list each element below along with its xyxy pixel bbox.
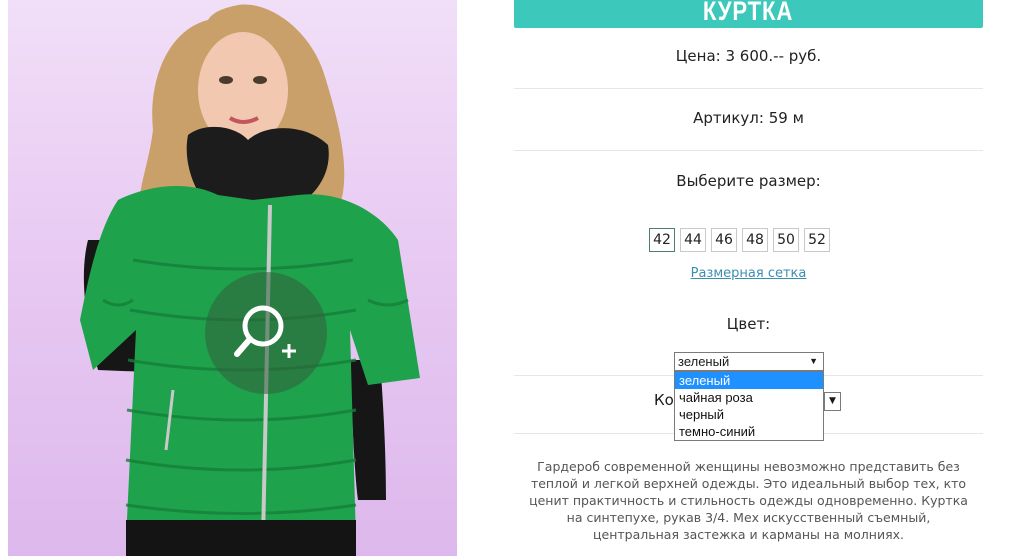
color-dropdown-list: зеленый чайная роза черный темно-синий xyxy=(674,371,824,441)
zoom-button[interactable] xyxy=(205,272,327,394)
color-select[interactable]: зеленый ▼ xyxy=(674,352,824,371)
divider xyxy=(514,88,983,89)
quantity-label: Ко xyxy=(654,391,674,409)
color-option[interactable]: чайная роза xyxy=(675,389,823,406)
color-option[interactable]: темно-синий xyxy=(675,423,823,440)
size-option[interactable]: 50 xyxy=(773,228,799,252)
size-option[interactable]: 42 xyxy=(649,228,675,252)
color-label: Цвет: xyxy=(726,315,771,333)
title-bar: КУРТКА xyxy=(514,0,983,28)
divider xyxy=(514,150,983,151)
jacket-illustration xyxy=(80,4,420,556)
size-option[interactable]: 46 xyxy=(711,228,737,252)
color-option[interactable]: зеленый xyxy=(675,372,823,389)
size-option[interactable]: 52 xyxy=(804,228,830,252)
product-title: КУРТКА xyxy=(703,0,794,26)
product-panel: КУРТКА Цена: 3 600.-- руб. Артикул: 59 м… xyxy=(514,0,983,556)
product-article: Артикул: 59 м xyxy=(693,109,804,127)
quantity-select[interactable]: ▼ xyxy=(824,392,841,411)
product-description: Гардероб современной женщины невозможно … xyxy=(529,459,968,542)
size-chart-link[interactable]: Размерная сетка xyxy=(514,266,983,281)
color-option[interactable]: черный xyxy=(675,406,823,423)
size-label: Выберите размер: xyxy=(676,172,821,190)
product-price: Цена: 3 600.-- руб. xyxy=(675,47,822,65)
color-select-value: зеленый xyxy=(678,354,730,369)
size-option[interactable]: 48 xyxy=(742,228,768,252)
magnify-plus-icon xyxy=(234,305,296,358)
product-image[interactable] xyxy=(8,0,457,556)
chevron-down-icon: ▼ xyxy=(829,396,836,406)
chevron-down-icon: ▼ xyxy=(809,356,818,366)
size-option[interactable]: 44 xyxy=(680,228,706,252)
size-selector: 42 44 46 48 50 52 xyxy=(649,228,830,252)
